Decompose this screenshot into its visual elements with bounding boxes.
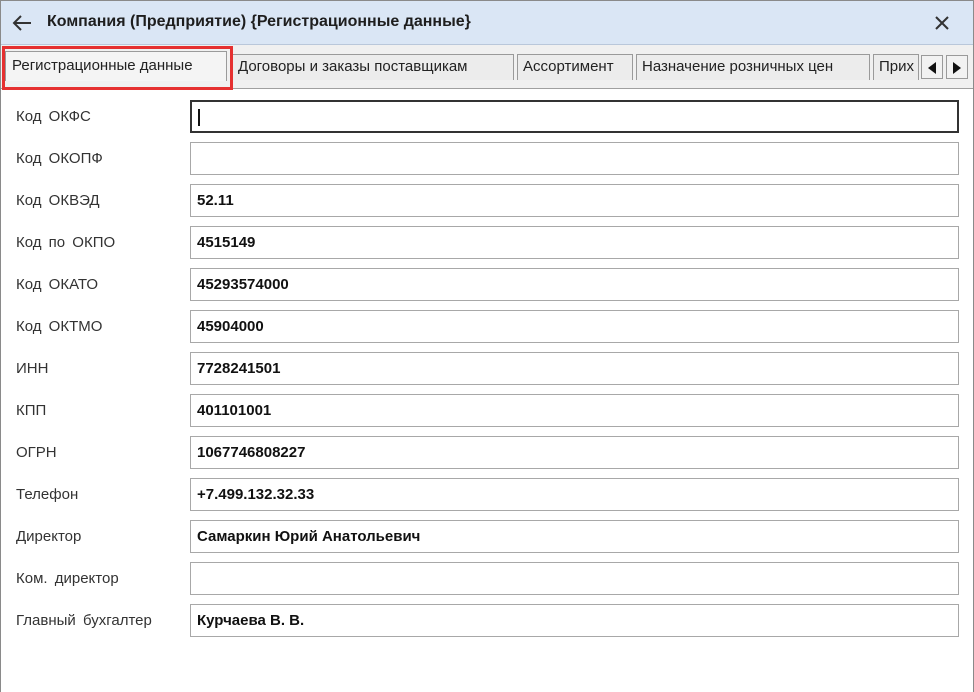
okved-input[interactable]: 52.11: [190, 184, 959, 217]
window-title: Компания (Предприятие) {Регистрационные …: [47, 13, 471, 30]
director-label: Директор: [16, 528, 82, 545]
field-row-okpo: Код по ОКПО 4515149: [1, 216, 973, 259]
director-input[interactable]: Самаркин Юрий Анатольевич: [190, 520, 959, 553]
okato-label: Код ОКАТО: [16, 276, 99, 293]
registration-form: Код ОКФС Код ОКОПФ Код ОКВЭД 52.11 Код п…: [1, 90, 973, 692]
tab-registration-data[interactable]: Регистрационные данные: [5, 51, 227, 81]
tab-scroll-left-button[interactable]: [921, 55, 943, 79]
commercial-director-input[interactable]: [190, 562, 959, 595]
text-caret: [198, 109, 200, 126]
tab-scroll-right-button[interactable]: [946, 55, 968, 79]
commercial-director-label: Ком. директор: [16, 570, 119, 587]
field-row-kpp: КПП 401101001: [1, 384, 973, 427]
oktmo-label: Код ОКТМО: [16, 318, 103, 335]
okved-label: Код ОКВЭД: [16, 192, 100, 209]
phone-input[interactable]: +7.499.132.32.33: [190, 478, 959, 511]
field-row-okopf: Код ОКОПФ: [1, 132, 973, 175]
tab-supplier-contracts[interactable]: Договоры и заказы поставщикам: [232, 54, 514, 80]
field-row-okato: Код ОКАТО 45293574000: [1, 258, 973, 301]
inn-input[interactable]: 7728241501: [190, 352, 959, 385]
field-row-inn: ИНН 7728241501: [1, 342, 973, 385]
ogrn-input[interactable]: 1067746808227: [190, 436, 959, 469]
field-row-oktmo: Код ОКТМО 45904000: [1, 300, 973, 343]
field-row-okved: Код ОКВЭД 52.11: [1, 174, 973, 217]
okfs-input[interactable]: [190, 100, 959, 133]
arrow-left-icon[interactable]: [10, 11, 34, 35]
field-row-okfs: Код ОКФС: [1, 90, 973, 133]
field-row-chief-accountant: Главный бухгалтер Курчаева В. В.: [1, 594, 973, 637]
chief-accountant-label: Главный бухгалтер: [16, 612, 152, 629]
triangle-left-icon: [928, 62, 936, 74]
phone-label: Телефон: [16, 486, 79, 503]
chief-accountant-input[interactable]: Курчаева В. В.: [190, 604, 959, 637]
kpp-input[interactable]: 401101001: [190, 394, 959, 427]
okopf-label: Код ОКОПФ: [16, 150, 103, 167]
oktmo-input[interactable]: 45904000: [190, 310, 959, 343]
kpp-label: КПП: [16, 402, 47, 419]
inn-label: ИНН: [16, 360, 49, 377]
tab-strip: Регистрационные данные Договоры и заказы…: [1, 45, 973, 89]
okpo-input[interactable]: 4515149: [190, 226, 959, 259]
title-bar: Компания (Предприятие) {Регистрационные …: [1, 1, 973, 45]
field-row-phone: Телефон +7.499.132.32.33: [1, 468, 973, 511]
okpo-label: Код по ОКПО: [16, 234, 116, 251]
field-row-ogrn: ОГРН 1067746808227: [1, 426, 973, 469]
company-window: Компания (Предприятие) {Регистрационные …: [0, 0, 974, 692]
okato-input[interactable]: 45293574000: [190, 268, 959, 301]
okfs-label: Код ОКФС: [16, 108, 91, 125]
field-row-director: Директор Самаркин Юрий Анатольевич: [1, 510, 973, 553]
tab-retail-prices[interactable]: Назначение розничных цен: [636, 54, 870, 80]
field-row-commercial-director: Ком. директор: [1, 552, 973, 595]
tab-assortment[interactable]: Ассортимент: [517, 54, 633, 80]
close-icon[interactable]: [931, 12, 953, 34]
okopf-input[interactable]: [190, 142, 959, 175]
ogrn-label: ОГРН: [16, 444, 57, 461]
triangle-right-icon: [953, 62, 961, 74]
tab-receipts[interactable]: Прих: [873, 54, 919, 80]
